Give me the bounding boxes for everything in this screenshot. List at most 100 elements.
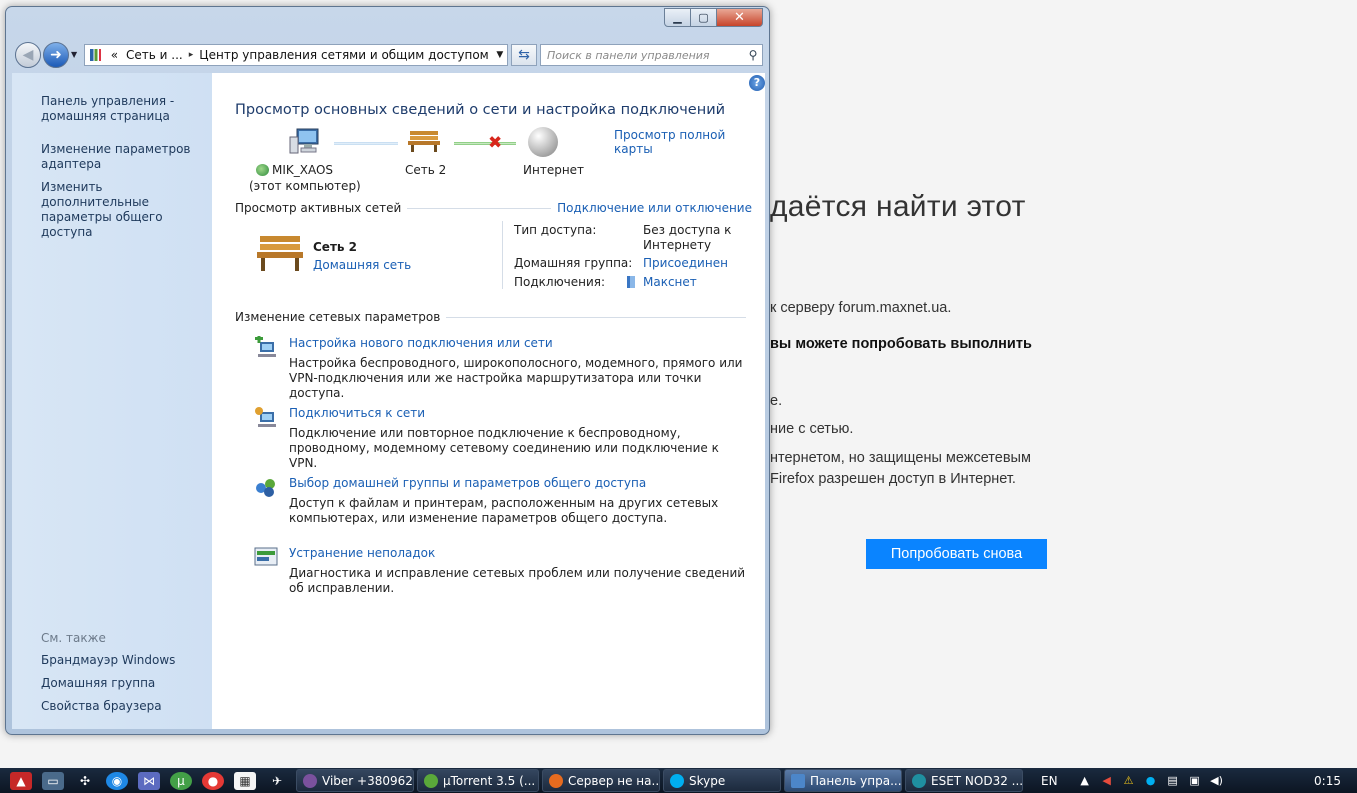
retry-button[interactable]: Попробовать снова bbox=[866, 539, 1047, 569]
address-bar[interactable]: « Сеть и ... ▸ Центр управления сетями и… bbox=[84, 44, 508, 66]
taskbar-item-firefox[interactable]: Сервер не на... bbox=[542, 769, 660, 792]
connections-label: Подключения: bbox=[514, 275, 606, 289]
task-link[interactable]: Настройка нового подключения или сети bbox=[289, 336, 553, 350]
tray-network-icon[interactable]: ▤ bbox=[1165, 774, 1181, 788]
refresh-button[interactable]: ⇆ bbox=[511, 44, 537, 66]
no-connection-x-icon[interactable]: ✖ bbox=[488, 133, 502, 153]
back-button[interactable]: ◀ bbox=[15, 42, 41, 68]
breadcrumb-network[interactable]: Сеть и ... bbox=[122, 48, 187, 62]
tray-expand-icon[interactable]: ▲ bbox=[1077, 774, 1093, 788]
navigation-bar: ◀ ➜ ▼ « Сеть и ... ▸ Центр управления се… bbox=[13, 41, 763, 68]
connect-network-icon bbox=[255, 407, 276, 427]
bench-network-icon bbox=[257, 236, 303, 271]
quicklaunch-calculator-icon[interactable]: ▦ bbox=[234, 771, 256, 790]
divider bbox=[407, 207, 552, 209]
quicklaunch-app-icon[interactable]: ◉ bbox=[106, 771, 128, 790]
taskbar-item-control-panel[interactable]: Панель упра... bbox=[784, 769, 902, 792]
taskbar-label: ESET NOD32 ... bbox=[931, 773, 1023, 788]
quicklaunch-app-icon[interactable]: ✣ bbox=[74, 772, 96, 790]
quicklaunch-app-icon[interactable]: ⋈ bbox=[138, 771, 160, 790]
taskbar-label: Viber +380962... bbox=[322, 773, 413, 788]
connection-name[interactable]: Макснет bbox=[643, 275, 697, 289]
change-settings-header: Изменение сетевых параметров bbox=[235, 310, 752, 324]
control-panel-icon bbox=[90, 49, 101, 61]
quicklaunch-app-icon[interactable]: ✈ bbox=[266, 772, 288, 790]
divider bbox=[446, 316, 746, 318]
homegroup-link[interactable]: Присоединен bbox=[643, 256, 753, 271]
computer-icon[interactable] bbox=[288, 127, 320, 155]
utorrent-icon bbox=[424, 773, 438, 788]
access-type-value: Без доступа к Интернету bbox=[643, 223, 732, 252]
task-link[interactable]: Устранение неполадок bbox=[289, 546, 435, 560]
network-center-window: ▁ ▢ ✕ ◀ ➜ ▼ « Сеть и ... ▸ Центр управле… bbox=[5, 6, 770, 735]
connection-line bbox=[454, 142, 516, 145]
minimize-button[interactable]: ▁ bbox=[664, 8, 691, 27]
error-text-line: к серверу forum.maxnet.ua. bbox=[770, 300, 952, 316]
network-name-label: Сеть 2 bbox=[405, 163, 447, 177]
network-computer-icon bbox=[256, 164, 269, 176]
task-description: Диагностика и исправление сетевых пробле… bbox=[289, 566, 746, 595]
maximize-button[interactable]: ▢ bbox=[691, 8, 717, 27]
sidebar-link-firewall[interactable]: Брандмауэр Windows bbox=[41, 653, 206, 668]
quicklaunch-app-icon[interactable]: ▭ bbox=[42, 771, 64, 790]
close-button[interactable]: ✕ bbox=[717, 8, 763, 27]
tray-volume-icon[interactable]: ◀) bbox=[1209, 774, 1225, 788]
dialup-connection-icon bbox=[627, 276, 635, 288]
homegroup-label: Домашняя группа: bbox=[514, 256, 633, 270]
error-text-line: нтернетом, но защищены межсетевым bbox=[770, 450, 1031, 466]
active-networks-title: Просмотр активных сетей bbox=[235, 201, 402, 215]
forward-button[interactable]: ➜ bbox=[43, 42, 69, 68]
main-content: ? Просмотр основных сведений о сети и на… bbox=[212, 73, 765, 729]
error-heading: дaётся найти этот bbox=[770, 190, 1026, 223]
sidebar-link-homegroup[interactable]: Домашняя группа bbox=[41, 676, 206, 691]
new-connection-icon bbox=[255, 336, 276, 357]
error-text-line: е. bbox=[770, 393, 783, 409]
taskbar-item-viber[interactable]: Viber +380962... bbox=[296, 769, 414, 792]
task-description: Доступ к файлам и принтерам, расположенн… bbox=[289, 496, 719, 525]
tray-warning-icon[interactable]: ⚠ bbox=[1121, 774, 1137, 788]
taskbar-item-skype[interactable]: Skype bbox=[663, 769, 781, 792]
taskbar-label: Сервер не на... bbox=[568, 773, 660, 788]
full-map-link[interactable]: Просмотр полной карты bbox=[614, 128, 765, 156]
taskbar-item-utorrent[interactable]: µTorrent 3.5 (... bbox=[417, 769, 539, 792]
breadcrumb-network-center[interactable]: Центр управления сетями и общим доступом bbox=[195, 48, 492, 62]
history-dropdown-icon[interactable]: ▼ bbox=[71, 50, 77, 59]
clock[interactable]: 0:15 bbox=[1314, 774, 1341, 788]
address-dropdown-icon[interactable]: ▼ bbox=[493, 50, 507, 60]
eset-icon bbox=[912, 773, 926, 788]
task-link[interactable]: Выбор домашней группы и параметров общег… bbox=[289, 476, 646, 490]
error-text-bold: вы можете попробовать выполнить bbox=[770, 336, 1032, 352]
task-link[interactable]: Подключиться к сети bbox=[289, 406, 425, 420]
internet-globe-icon[interactable] bbox=[528, 127, 558, 157]
tray-app-icon[interactable]: ▣ bbox=[1187, 774, 1203, 788]
task-description: Подключение или повторное подключение к … bbox=[289, 426, 719, 470]
viber-icon bbox=[303, 773, 317, 788]
homegroup-icon bbox=[256, 479, 275, 497]
bench-network-icon[interactable] bbox=[407, 129, 441, 153]
search-icon[interactable]: ⚲ bbox=[744, 48, 762, 62]
computer-name-label: MIK_XAOS bbox=[256, 163, 333, 177]
tray-app-icon[interactable]: ◀ bbox=[1099, 774, 1115, 788]
breadcrumb-separator-icon[interactable]: ▸ bbox=[187, 50, 196, 60]
help-icon[interactable]: ? bbox=[749, 75, 765, 91]
sidebar-link-browser-properties[interactable]: Свойства браузера bbox=[41, 699, 206, 714]
window-controls: ▁ ▢ ✕ bbox=[664, 8, 763, 27]
network-type-link[interactable]: Домашняя сеть bbox=[313, 258, 411, 272]
quicklaunch-app-icon[interactable]: ▲ bbox=[10, 771, 32, 790]
firefox-icon bbox=[549, 773, 563, 788]
sidebar-link-adapter-settings[interactable]: Изменение параметров адаптера bbox=[41, 142, 206, 172]
error-text-line: ние с сетью. bbox=[770, 421, 854, 437]
language-indicator[interactable]: EN bbox=[1041, 774, 1058, 788]
connection-link[interactable]: Макснет bbox=[627, 275, 737, 290]
access-type-label: Тип доступа: bbox=[514, 223, 597, 237]
taskbar-item-eset[interactable]: ESET NOD32 ... bbox=[905, 769, 1023, 792]
tray-skype-icon[interactable]: ● bbox=[1143, 774, 1159, 788]
search-input[interactable] bbox=[547, 48, 744, 62]
sidebar-link-home[interactable]: Панель управления - домашняя страница bbox=[41, 94, 206, 124]
quicklaunch-chrome-icon[interactable]: ● bbox=[202, 771, 224, 790]
connect-disconnect-link[interactable]: Подключение или отключение bbox=[557, 201, 752, 215]
sidebar-link-advanced-sharing[interactable]: Изменить дополнительные параметры общего… bbox=[41, 180, 206, 240]
task-description: Настройка беспроводного, широкополосного… bbox=[289, 356, 743, 400]
quicklaunch-torrent-icon[interactable]: µ bbox=[170, 771, 192, 790]
breadcrumb-overflow[interactable]: « bbox=[107, 48, 122, 62]
